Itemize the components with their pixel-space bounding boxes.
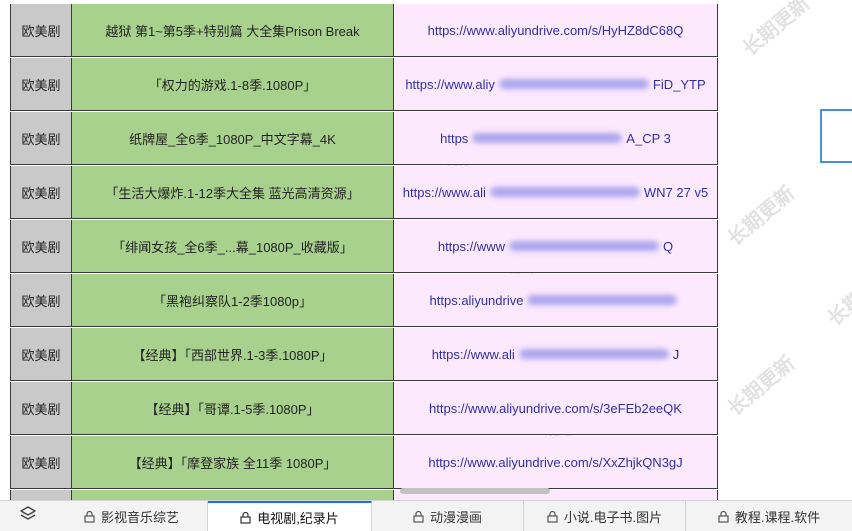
- tab-label: 教程.课程.软件: [734, 509, 821, 525]
- redaction-blur: [489, 187, 640, 197]
- tab-film-music-variety[interactable]: 影视音乐综艺: [56, 501, 208, 531]
- category-cell[interactable]: 欧美剧: [10, 436, 72, 489]
- tab-novels-ebooks-images[interactable]: 小说.电子书.图片: [524, 501, 686, 531]
- title-cell[interactable]: 「绯闻女孩_全6季_...幕_1080P_收藏版」: [72, 220, 394, 273]
- link-text-end: Q: [663, 238, 674, 254]
- lock-icon: [547, 510, 558, 523]
- sheet-tab-bar: 影视音乐综艺 电视剧,纪录片 动漫漫画 小说.电子书.图片 教程.课程.软件: [0, 500, 852, 531]
- title-cell[interactable]: 纸牌屋_全6季_1080P_中文字幕_4K: [72, 112, 394, 165]
- category-cell[interactable]: 欧美剧: [10, 328, 72, 381]
- title-cell[interactable]: 「生活大爆炸.1-12季大全集 蓝光高清资源」: [72, 166, 394, 219]
- link-cell[interactable]: https://www.ali WN7 27 v5: [394, 166, 718, 219]
- cell-selection-outline[interactable]: [820, 109, 852, 163]
- category-cell[interactable]: 欧美剧: [10, 4, 72, 57]
- link-cell[interactable]: https A_CP 3: [394, 112, 718, 165]
- lock-icon: [718, 510, 729, 523]
- link-text[interactable]: https://www.aliy: [405, 77, 495, 92]
- tab-label: 影视音乐综艺: [100, 509, 179, 525]
- watermark-text: 长期更新: [738, 0, 815, 61]
- watermark-text: 长期更新: [723, 182, 800, 251]
- link-text[interactable]: https://www.aliyundrive.com/s/3eFEb2eeQK: [429, 401, 682, 416]
- redaction-blur: [527, 295, 678, 305]
- category-cell[interactable]: 欧美剧: [10, 166, 72, 219]
- tab-label: 小说.电子书.图片: [563, 509, 663, 525]
- horizontal-scrollbar[interactable]: [400, 488, 550, 494]
- title-cell[interactable]: 【经典】「西部世界.1-3季.1080P」: [72, 328, 394, 381]
- link-text-end: WN7 27 v5: [643, 184, 709, 200]
- link-text[interactable]: https://www.ali: [432, 347, 515, 362]
- link-text[interactable]: https://www.ali: [403, 185, 486, 200]
- category-cell[interactable]: 欧美剧: [10, 382, 72, 435]
- layers-icon: [19, 505, 37, 528]
- tab-tutorials-courses-software[interactable]: 教程.课程.软件: [686, 501, 852, 531]
- link-cell[interactable]: https://www.aliyundrive.com/s/3eFEb2eeQK: [394, 382, 718, 435]
- link-cell[interactable]: https: aliyundrive: [394, 274, 718, 327]
- watermark-text: 长期更新: [723, 352, 800, 421]
- link-cell[interactable]: https://www Q: [394, 220, 718, 273]
- link-cell[interactable]: https://www.aliy FiD_YTP: [394, 58, 718, 111]
- link-text[interactable]: https://www.aliyundrive.com/s/XxZhjkQN3g…: [428, 455, 682, 470]
- category-cell[interactable]: 欧美剧: [10, 112, 72, 165]
- title-cell[interactable]: 【经典】「哥谭.1-5季.1080P」: [72, 382, 394, 435]
- link-text[interactable]: https://www.aliyundrive.com/s/HyHZ8dC68Q: [428, 23, 684, 38]
- lock-icon: [413, 510, 424, 523]
- redaction-blur: [509, 241, 660, 251]
- link-text[interactable]: https://www: [438, 239, 505, 254]
- link-text-end: FiD_YTP: [652, 76, 706, 92]
- redaction-blur: [518, 349, 669, 359]
- tab-label: 电视剧,纪录片: [257, 510, 339, 526]
- link-cell[interactable]: https://www.aliyundrive.com/s/HyHZ8dC68Q: [394, 4, 718, 57]
- link-text-end: J: [672, 346, 680, 362]
- tab-label: 动漫漫画: [429, 509, 482, 525]
- link-cell[interactable]: https://www.ali J: [394, 328, 718, 381]
- tab-anime-comics[interactable]: 动漫漫画: [372, 501, 524, 531]
- category-cell[interactable]: 欧美剧: [10, 58, 72, 111]
- sheet-list-toggle[interactable]: [0, 501, 56, 531]
- title-cell[interactable]: 「黑袍纠察队1-2季1080p」: [72, 274, 394, 327]
- redaction-blur: [498, 79, 649, 89]
- link-text-end: A_CP 3: [626, 130, 671, 146]
- title-cell[interactable]: 「权力的游戏.1-8季.1080P」: [72, 58, 394, 111]
- category-cell[interactable]: 欧美剧: [10, 274, 72, 327]
- link-text-end: aliyundrive: [461, 292, 524, 308]
- watermark-text: 长期更新: [823, 262, 852, 331]
- link-text[interactable]: https:: [430, 293, 462, 308]
- redaction-blur: [472, 133, 623, 143]
- lock-icon: [84, 510, 95, 523]
- link-text[interactable]: https: [440, 131, 468, 146]
- spreadsheet-grid[interactable]: 长期更新 长期更新 长期更新 长期更新 长期更新 长期更新 长期更新 欧美剧 越…: [0, 0, 852, 500]
- title-cell[interactable]: 越狱 第1~第5季+特别篇 大全集Prison Break: [72, 4, 394, 57]
- title-cell[interactable]: 【经典】「摩登家族 全11季 1080P」: [72, 436, 394, 489]
- category-cell[interactable]: 欧美剧: [10, 220, 72, 273]
- lock-icon: [240, 511, 251, 524]
- title-cell[interactable]: [72, 490, 394, 500]
- link-cell[interactable]: https://www.aliyundrive.com/s/XxZhjkQN3g…: [394, 436, 718, 489]
- tab-tv-documentary[interactable]: 电视剧,纪录片: [208, 501, 372, 531]
- category-cell[interactable]: [10, 490, 72, 500]
